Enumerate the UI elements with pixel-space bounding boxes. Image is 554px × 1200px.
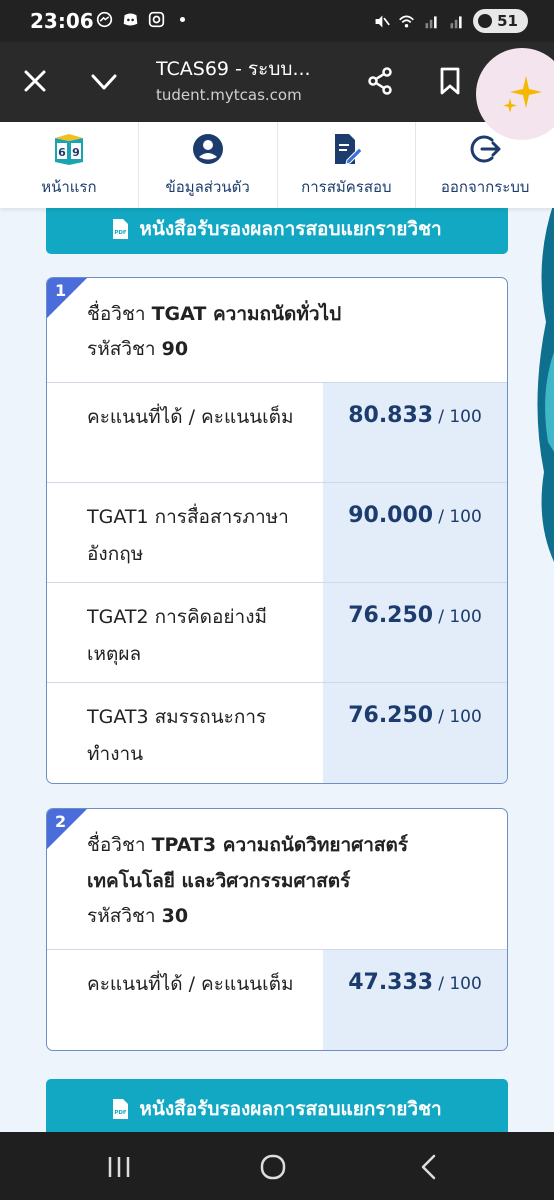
signal-icon — [425, 15, 437, 28]
nav-profile[interactable]: ข้อมูลส่วนตัว — [139, 122, 278, 208]
score-row: TGAT1 การสื่อสารภาษาอังกฤษ 90.000 / 100 — [47, 483, 507, 583]
wifi-icon — [399, 15, 415, 27]
certificate-download-button-2[interactable]: PDF หนังสือรับรองผลการสอบแยกรายวิชา — [46, 1079, 508, 1132]
svg-text:PDF: PDF — [115, 230, 128, 236]
chevron-down-icon[interactable] — [88, 68, 120, 96]
subject-header: 2 ชื่อวิชา TPAT3 ความถนัดวิทยาศาสตร์ เทค… — [47, 809, 507, 950]
nav-application-label: การสมัครสอบ — [301, 178, 392, 196]
book-69-icon: 6 9 — [54, 134, 83, 165]
certificate-button-label: หนังสือรับรองผลการสอบแยกรายวิชา — [139, 218, 442, 240]
subject-number: 2 — [55, 812, 67, 831]
score-row: TGAT3 สมรรถนะการทำงาน 76.250 / 100 — [47, 683, 507, 783]
certificate-download-button[interactable]: PDF หนังสือรับรองผลการสอบแยกรายวิชา — [46, 204, 508, 254]
close-icon[interactable] — [20, 66, 50, 96]
subject-name-continued: เทคโนโลยี และวิศวกรรมศาสตร์ — [87, 870, 351, 892]
signal-icon-2 — [450, 15, 462, 28]
page-url[interactable]: tudent.mytcas.com — [156, 86, 302, 104]
subject-header: 1 ชื่อวิชา TGAT ความถนัดทั่วไป รหัสวิชา … — [47, 278, 507, 383]
user-circle-icon — [192, 134, 223, 164]
system-navigation-bar — [0, 1132, 554, 1200]
messenger-icon — [96, 11, 113, 28]
score-row-label: TGAT2 การคิดอย่างมีเหตุผล — [87, 606, 268, 665]
bookmark-icon[interactable] — [438, 66, 462, 96]
svg-text:PDF: PDF — [115, 1110, 128, 1116]
score-row: TGAT2 การคิดอย่างมีเหตุผล 76.250 / 100 — [47, 583, 507, 683]
subject-name: ชื่อวิชา TGAT ความถนัดทั่วไป — [87, 303, 342, 325]
instagram-icon — [148, 11, 165, 28]
subject-number-badge — [47, 278, 87, 318]
pdf-icon: PDF — [113, 219, 129, 239]
logout-icon — [470, 135, 501, 163]
discord-icon — [123, 13, 138, 26]
score-row-label: คะแนนที่ได้ / คะแนนเต็ม — [87, 406, 294, 428]
subject-card: 1 ชื่อวิชา TGAT ความถนัดทั่วไป รหัสวิชา … — [46, 277, 508, 784]
subject-number: 1 — [55, 281, 67, 300]
certificate-button-label: หนังสือรับรองผลการสอบแยกรายวิชา — [139, 1098, 442, 1120]
dot-icon — [179, 16, 186, 23]
browser-toolbar: TCAS69 - ระบบ... tudent.mytcas.com — [0, 42, 554, 122]
status-time: 23:06 — [30, 9, 94, 33]
score-row: คะแนนที่ได้ / คะแนนเต็ม 47.333 / 100 — [47, 950, 507, 1050]
battery-indicator: 51 — [473, 9, 528, 33]
score-row: คะแนนที่ได้ / คะแนนเต็ม 80.833 / 100 — [47, 383, 507, 483]
subject-code: รหัสวิชา 30 — [87, 905, 189, 927]
score-row-label: คะแนนที่ได้ / คะแนนเต็ม — [87, 973, 294, 995]
score-row-label: TGAT1 การสื่อสารภาษาอังกฤษ — [87, 506, 289, 565]
nav-application[interactable]: การสมัครสอบ — [278, 122, 417, 208]
document-edit-icon — [335, 134, 364, 165]
system-icons: 51 — [373, 9, 528, 33]
score-value: 47.333 / 100 — [323, 950, 507, 1050]
page-title: TCAS69 - ระบบ... — [156, 58, 311, 80]
score-row-label: TGAT3 สมรรถนะการทำงาน — [87, 706, 267, 765]
subject-card: 2 ชื่อวิชา TPAT3 ความถนัดวิทยาศาสตร์ เทค… — [46, 808, 508, 1051]
svg-text:9: 9 — [72, 146, 80, 159]
status-bar: 23:06 51 — [0, 0, 554, 42]
score-value: 90.000 / 100 — [323, 483, 507, 582]
nav-profile-label: ข้อมูลส่วนตัว — [165, 178, 250, 196]
svg-text:6: 6 — [58, 146, 66, 159]
subject-number-badge — [47, 809, 87, 849]
pdf-icon: PDF — [113, 1099, 129, 1119]
notification-icons — [96, 11, 191, 28]
nav-logout-label: ออกจากระบบ — [440, 178, 530, 196]
back-icon[interactable] — [414, 1154, 444, 1180]
share-icon[interactable] — [366, 66, 394, 96]
top-nav: 6 9 หน้าแรก ข้อมูลส่วนตัว การสมัครสอบ ออ… — [0, 122, 554, 208]
page-content: 6 9 หน้าแรก ข้อมูลส่วนตัว การสมัครสอบ ออ… — [0, 122, 554, 1132]
score-value: 76.250 / 100 — [323, 683, 507, 783]
subject-name: ชื่อวิชา TPAT3 ความถนัดวิทยาศาสตร์ — [87, 834, 409, 856]
sparkle-icon — [503, 76, 542, 113]
nav-home-label: หน้าแรก — [41, 178, 97, 196]
background-decoration — [537, 202, 554, 562]
home-icon[interactable] — [258, 1154, 288, 1180]
mute-icon — [375, 15, 390, 27]
score-value: 76.250 / 100 — [323, 583, 507, 682]
nav-home[interactable]: 6 9 หน้าแรก — [0, 122, 139, 208]
score-value: 80.833 / 100 — [323, 383, 507, 482]
recent-apps-icon[interactable] — [104, 1154, 134, 1180]
subject-code: รหัสวิชา 90 — [87, 338, 189, 360]
